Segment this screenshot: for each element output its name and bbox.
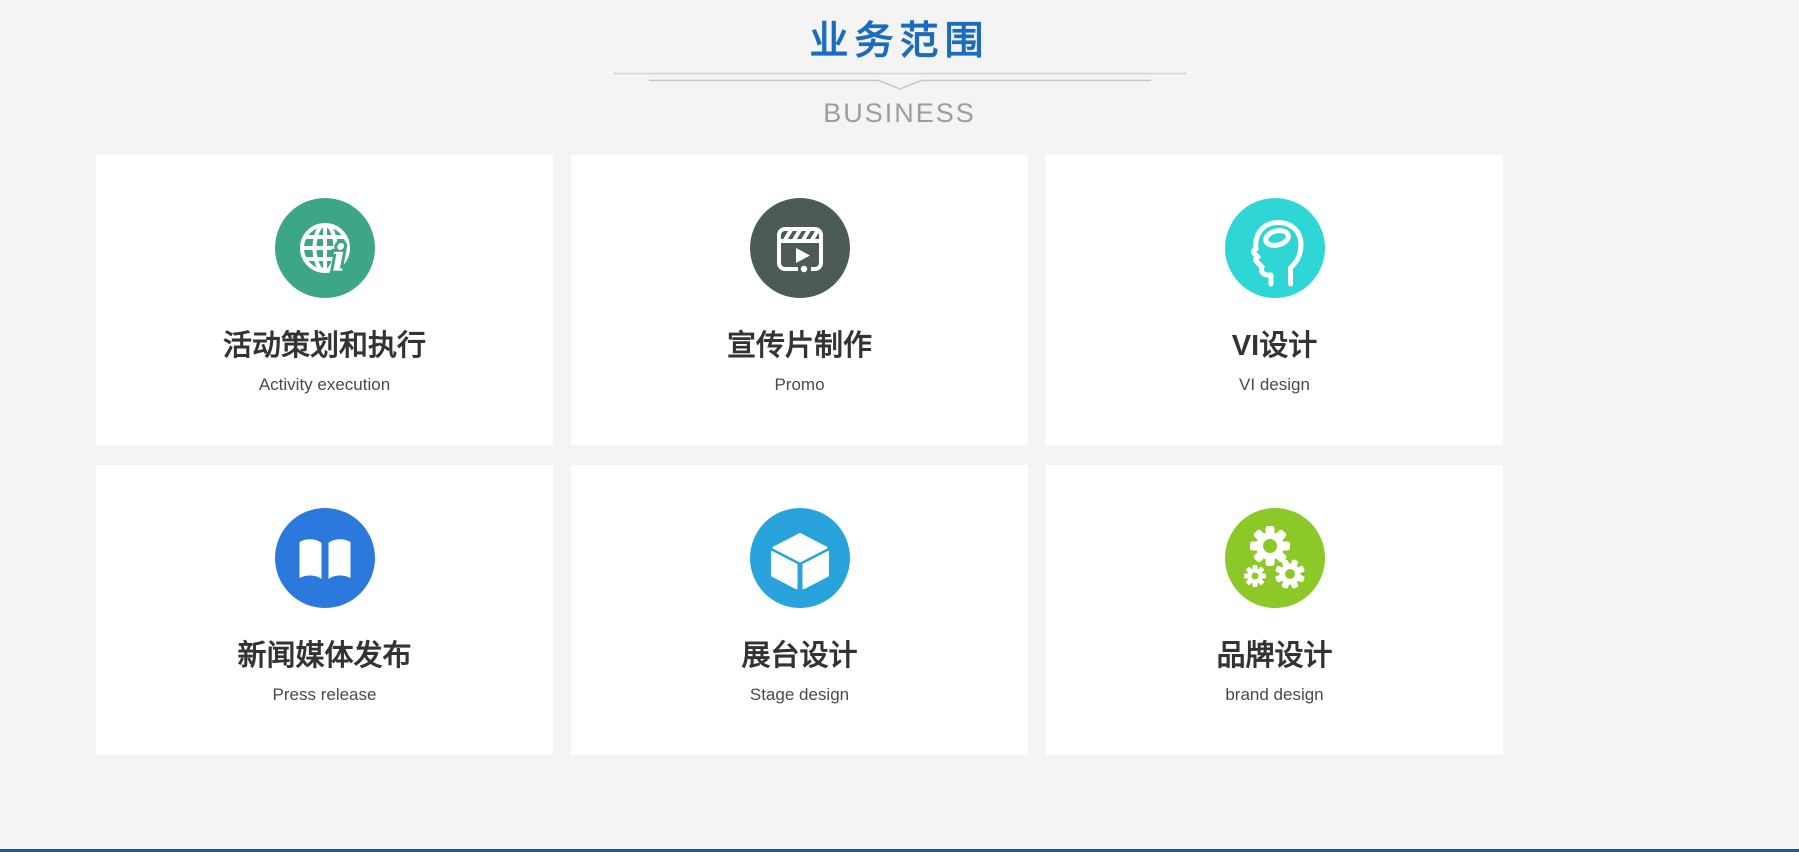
business-cards-grid: i 活动策划和执行 Activity execution xyxy=(96,155,1703,755)
service-subtitle: brand design xyxy=(1046,685,1503,705)
service-card-stage-design[interactable]: 展台设计 Stage design xyxy=(571,465,1028,755)
svg-text:i: i xyxy=(332,238,346,280)
service-title: 新闻媒体发布 xyxy=(96,641,553,673)
service-title: VI设计 xyxy=(1046,331,1503,363)
head-profile-icon xyxy=(1225,198,1325,298)
service-card-brand-design[interactable]: 品牌设计 brand design xyxy=(1046,465,1503,755)
divider-chevron-line xyxy=(613,72,1187,92)
service-subtitle: Activity execution xyxy=(96,375,553,395)
cube-icon xyxy=(750,508,850,608)
service-card-press-release[interactable]: 新闻媒体发布 Press release xyxy=(96,465,553,755)
service-subtitle: VI design xyxy=(1046,375,1503,395)
service-card-activity-execution[interactable]: i 活动策划和执行 Activity execution xyxy=(96,155,553,445)
service-title: 宣传片制作 xyxy=(571,331,1028,363)
clapperboard-icon xyxy=(750,198,850,298)
service-title: 活动策划和执行 xyxy=(96,331,553,363)
service-subtitle: Stage design xyxy=(571,685,1028,705)
open-book-icon xyxy=(275,508,375,608)
section-subtitle: BUSINESS xyxy=(0,98,1799,129)
service-title: 品牌设计 xyxy=(1046,641,1503,673)
service-card-vi-design[interactable]: VI设计 VI design xyxy=(1046,155,1503,445)
business-section-header: 业务范围 BUSINESS xyxy=(0,0,1799,129)
service-subtitle: Press release xyxy=(96,685,553,705)
service-title: 展台设计 xyxy=(571,641,1028,673)
service-card-promo[interactable]: 宣传片制作 Promo xyxy=(571,155,1028,445)
gears-icon xyxy=(1225,508,1325,608)
globe-info-icon: i xyxy=(275,198,375,298)
service-subtitle: Promo xyxy=(571,375,1028,395)
section-title: 业务范围 xyxy=(0,20,1799,65)
